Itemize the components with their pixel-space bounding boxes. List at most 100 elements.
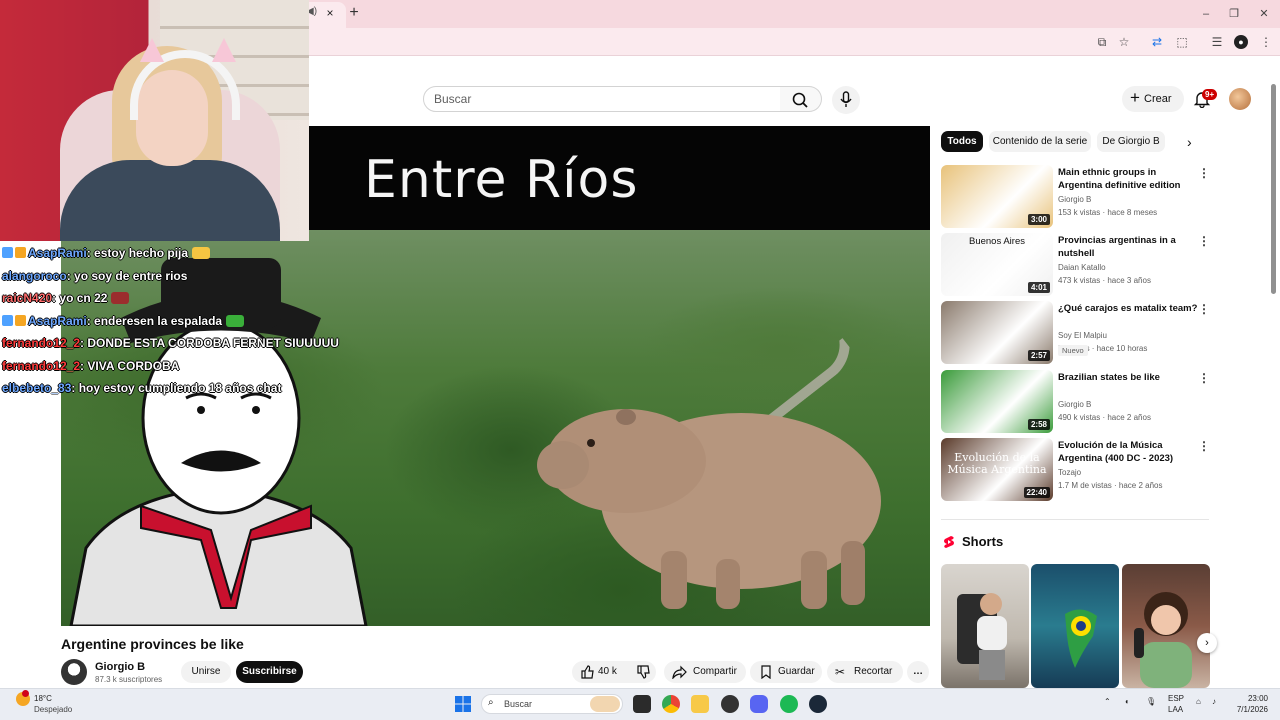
- new-tab-button[interactable]: +: [345, 4, 363, 22]
- reading-list-icon[interactable]: ☰: [1209, 34, 1225, 50]
- recommendation-thumbnail[interactable]: Buenos Aires 4:01: [941, 233, 1053, 296]
- chrome-icon[interactable]: [662, 695, 680, 713]
- close-window-button[interactable]: ✕: [1254, 6, 1274, 22]
- network-icon[interactable]: ⌂: [1196, 697, 1201, 706]
- keyboard-layout: LAA: [1168, 705, 1184, 714]
- tray-overflow-icon[interactable]: ⌃: [1104, 697, 1111, 706]
- recommendation-title[interactable]: Main ethnic groups in Argentina definiti…: [1058, 166, 1198, 192]
- dislike-button[interactable]: [632, 661, 656, 683]
- windows-start-icon[interactable]: [455, 696, 471, 712]
- recommendation-thumbnail[interactable]: Evolución de la Música Argentina 22:40: [941, 438, 1053, 501]
- tray-mic-icon[interactable]: 🎙: [1146, 697, 1156, 706]
- video-title: Argentine provinces be like: [61, 636, 244, 652]
- recommendation-thumbnail[interactable]: 2:58: [941, 370, 1053, 433]
- join-button[interactable]: Unirse: [181, 661, 231, 683]
- steam-icon[interactable]: [809, 695, 827, 713]
- recommendation-channel[interactable]: Tozajo: [1058, 468, 1081, 477]
- volume-icon[interactable]: ♪: [1212, 697, 1216, 706]
- more-options-icon[interactable]: ⋮: [1198, 302, 1210, 318]
- chat-emote-icon: [226, 314, 245, 327]
- minimize-button[interactable]: –: [1196, 6, 1216, 22]
- share-button[interactable]: Compartir: [664, 661, 746, 683]
- task-view-icon[interactable]: [633, 695, 651, 713]
- more-options-icon[interactable]: ⋮: [1198, 234, 1210, 250]
- channel-avatar[interactable]: [61, 659, 87, 685]
- recommendation-title[interactable]: Provincias argentinas in a nutshell: [1058, 234, 1198, 260]
- short-person-image: [1134, 592, 1192, 688]
- more-actions-button[interactable]: …: [907, 661, 929, 683]
- recommendation-meta: 1.7 M de vistas · hace 2 años: [1058, 481, 1163, 490]
- recommendation-thumbnail[interactable]: 3:00: [941, 165, 1053, 228]
- save-label: Guardar: [778, 666, 815, 677]
- recommendation-title[interactable]: Evolución de la Música Argentina (400 DC…: [1058, 439, 1198, 465]
- voice-search-button[interactable]: [832, 86, 860, 114]
- chat-separator: :: [86, 246, 95, 260]
- extensions-icon[interactable]: ⬚: [1174, 34, 1190, 50]
- recommendation-channel[interactable]: Giorgio B: [1058, 195, 1091, 204]
- recommendation-title[interactable]: ¿Qué carajos es matalix team?: [1058, 302, 1198, 315]
- browser-profile-icon[interactable]: ●: [1234, 35, 1248, 49]
- recommendation-channel[interactable]: Soy El Malpiu: [1058, 331, 1107, 340]
- subscribe-button[interactable]: Suscribirse: [236, 661, 303, 683]
- filter-chip-series[interactable]: Contenido de la serie: [989, 131, 1091, 152]
- tab-close-button[interactable]: ×: [323, 6, 337, 20]
- recommendation-channel[interactable]: Daian Katallo: [1058, 263, 1106, 272]
- capybara-image: [537, 409, 881, 609]
- chat-separator: :: [71, 381, 79, 395]
- clip-button[interactable]: ✂ Recortar: [827, 661, 903, 683]
- more-options-icon[interactable]: ⋮: [1198, 371, 1210, 387]
- obs-icon[interactable]: [721, 695, 739, 713]
- chat-message: elbebeto_83: hoy estoy cumpliendo 18 año…: [2, 377, 342, 400]
- short-thumbnail[interactable]: [1122, 564, 1210, 688]
- weather-description: Despejado: [34, 705, 73, 714]
- clip-label: Recortar: [854, 666, 893, 677]
- chat-username[interactable]: AsapRami: [28, 314, 87, 328]
- short-thumbnail[interactable]: [1031, 564, 1119, 688]
- recommendation-title[interactable]: Brazilian states be like: [1058, 371, 1198, 384]
- account-avatar[interactable]: [1229, 88, 1251, 110]
- file-explorer-icon[interactable]: [691, 695, 709, 713]
- recommendation-thumbnail[interactable]: 2:57: [941, 301, 1053, 364]
- stream-chat: AsapRami: estoy hecho pija alangoroco: yo…: [2, 242, 342, 400]
- more-options-icon[interactable]: ⋮: [1198, 166, 1210, 182]
- language-indicator[interactable]: ESP: [1168, 694, 1184, 703]
- search-input[interactable]: Buscar: [423, 86, 781, 112]
- search-button[interactable]: [780, 86, 822, 112]
- chat-separator: :: [66, 268, 75, 283]
- chat-username[interactable]: fernando12_2: [2, 336, 80, 350]
- browser-menu-icon[interactable]: ⋮: [1258, 34, 1274, 50]
- video-overlay-title: Entre Ríos: [364, 150, 639, 210]
- chat-username[interactable]: alangoroco: [2, 269, 67, 283]
- section-divider: [941, 519, 1209, 520]
- translate-icon[interactable]: ⇄: [1149, 34, 1165, 50]
- channel-name[interactable]: Giorgio B: [95, 661, 145, 673]
- filter-chip-all[interactable]: Todos: [941, 131, 983, 152]
- bookmark-star-icon[interactable]: ☆: [1116, 34, 1132, 50]
- chat-username[interactable]: raicN420: [2, 291, 52, 305]
- thumbnail-caption: Buenos Aires: [969, 236, 1025, 247]
- chat-username[interactable]: AsapRami: [28, 246, 87, 260]
- short-thumbnail[interactable]: [941, 564, 1029, 688]
- spotify-icon[interactable]: [780, 695, 798, 713]
- chat-username[interactable]: fernando12_2: [2, 359, 80, 373]
- microphone-icon: [840, 91, 852, 107]
- recommendation-channel[interactable]: Giorgio B: [1058, 400, 1091, 409]
- more-options-icon[interactable]: ⋮: [1198, 439, 1210, 455]
- tray-app-icon[interactable]: ◐: [1125, 697, 1130, 706]
- short-map-image: [1065, 609, 1097, 668]
- chevron-right-icon[interactable]: ›: [1187, 134, 1192, 150]
- discord-icon[interactable]: [750, 695, 768, 713]
- short-person-image: [957, 593, 1007, 680]
- chat-message: fernando12_2: VIVA CORDOBA: [2, 355, 342, 378]
- install-app-icon[interactable]: ⧉: [1094, 34, 1110, 50]
- search-highlight-icon: [590, 696, 620, 712]
- shorts-next-button[interactable]: ›: [1197, 633, 1217, 653]
- chat-username[interactable]: elbebeto_83: [2, 381, 71, 395]
- video-duration: 3:00: [1027, 214, 1050, 225]
- page-scrollbar[interactable]: [1271, 84, 1276, 294]
- maximize-button[interactable]: ❐: [1224, 6, 1244, 22]
- like-count: 40 k: [598, 666, 617, 677]
- filter-chip-channel[interactable]: De Giorgio B: [1097, 131, 1165, 152]
- save-button[interactable]: Guardar: [750, 661, 822, 683]
- clock-time[interactable]: 23:00: [1228, 694, 1268, 703]
